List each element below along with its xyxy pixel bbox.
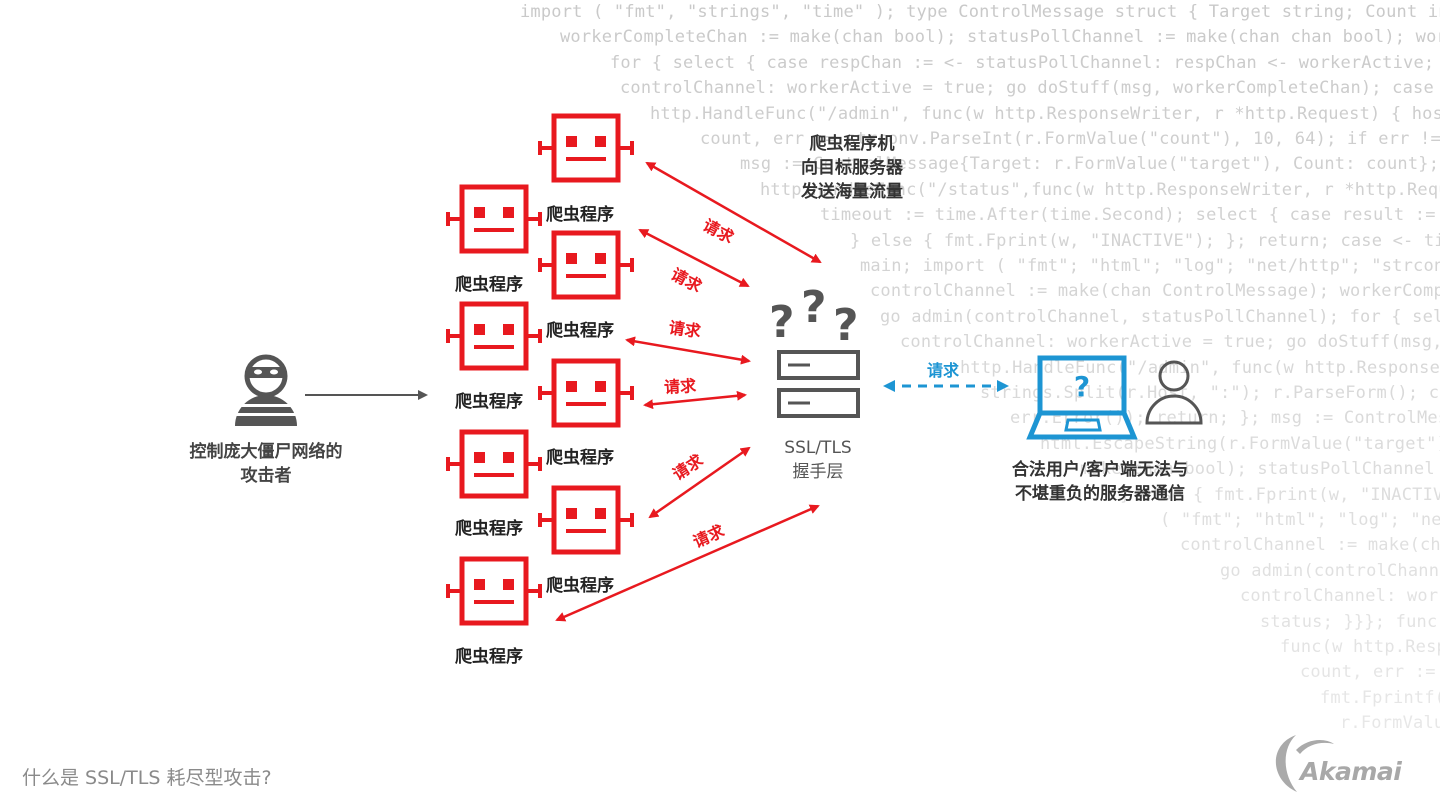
svg-text:?: ? [1074,370,1090,403]
bot-label: 爬虫程序 [455,275,523,295]
robot-icon [540,361,632,425]
bot-label: 爬虫程序 [455,647,523,667]
svg-text:?: ? [769,297,795,348]
bot-label: 爬虫程序 [455,392,523,412]
robot-icon [540,116,632,180]
robot-icon [448,559,540,623]
user-icon [1145,360,1203,425]
masked-attacker-icon [233,354,299,426]
robot-icon [448,304,540,368]
bot-annotation: 爬虫程序机 向目标服务器 发送海量流量 [801,134,903,202]
robot-icon [448,187,540,251]
page-caption: 什么是 SSL/TLS 耗尽型攻击? [22,767,272,789]
robot-icon [540,488,632,552]
request-arrow [643,390,747,410]
legit-request-label: 请求 [927,361,960,380]
attacker-label: 控制庞大僵尸网络的 攻击者 [189,442,343,486]
server-label: SSL/TLS 握手层 [784,438,852,482]
question-marks-icon: ? ? ? [769,282,859,351]
bot-label: 爬虫程序 [546,321,614,341]
bot-label: 爬虫程序 [455,519,523,539]
bot-icons [448,116,632,623]
robot-icon [448,432,540,496]
request-label: 请求 [663,376,697,397]
akamai-logo-text: Akamai [1300,757,1402,786]
bot-label: 爬虫程序 [546,205,614,225]
request-arrow [555,504,820,622]
akamai-logo: Akamai [1300,757,1402,786]
diagram: ? ? ? ? [233,0,1334,792]
client-label: 合法用户/客户端无法与 不堪重负的服务器通信 [1011,460,1189,504]
bot-label: 爬虫程序 [546,576,614,596]
bot-label: 爬虫程序 [546,448,614,468]
laptop-question-icon: ? [1026,355,1138,440]
request-arrow [625,336,751,365]
svg-text:?: ? [833,300,859,351]
svg-text:?: ? [801,282,827,333]
robot-icon [540,233,632,297]
request-label: 请求 [667,317,702,342]
server-stack-icon [777,350,860,418]
